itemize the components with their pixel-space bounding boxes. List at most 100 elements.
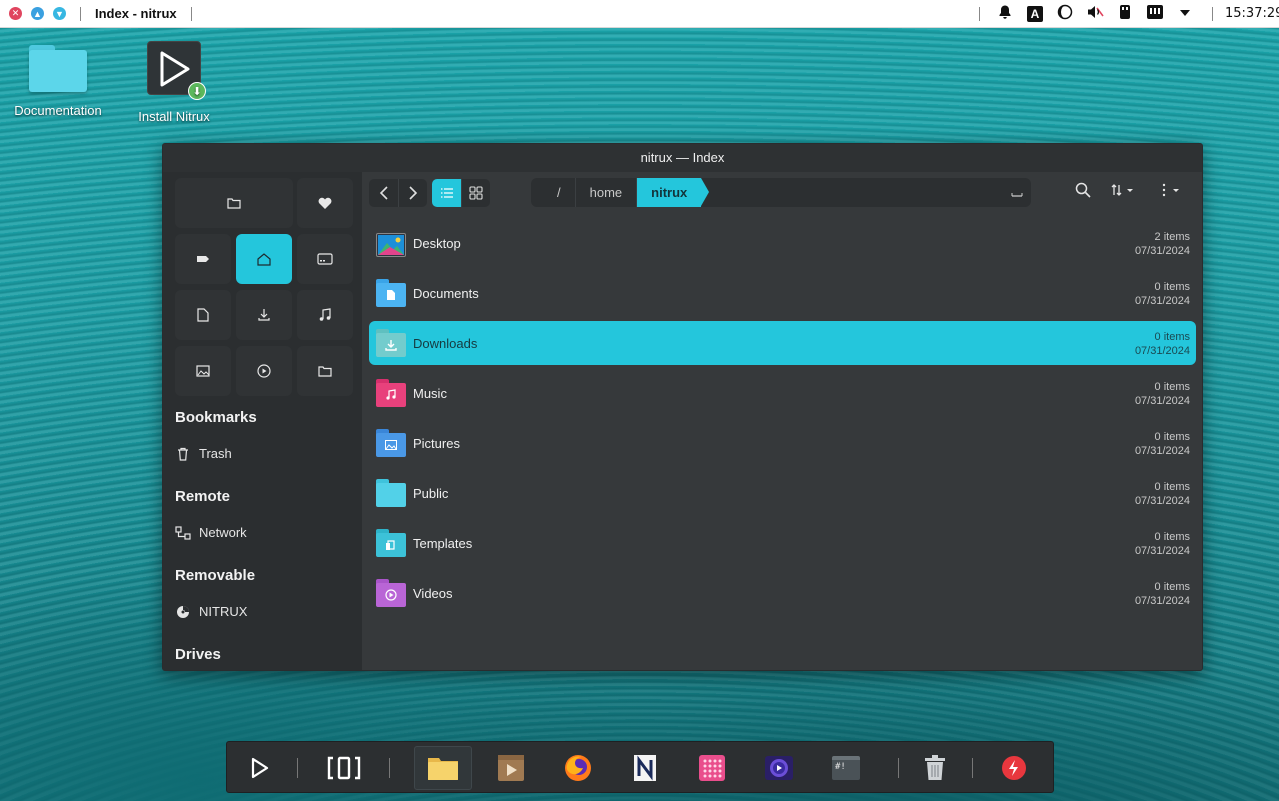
file-meta: 0 items 07/31/2024 — [1135, 530, 1190, 558]
notifications-bell-icon[interactable] — [990, 4, 1020, 24]
dock-app-notes[interactable] — [616, 746, 674, 790]
chevron-left-icon — [379, 186, 388, 200]
notes-app-icon — [634, 755, 656, 781]
network-status-icon[interactable] — [1140, 4, 1170, 24]
heart-tag-icon — [318, 197, 332, 209]
downloads-folder-icon — [376, 329, 406, 357]
music-folder-icon — [376, 379, 406, 407]
window-titlebar[interactable]: nitrux — Index — [163, 144, 1202, 172]
dock-app-station[interactable] — [683, 746, 741, 790]
volume-muted-icon[interactable] — [1080, 4, 1110, 24]
file-meta: 0 items 07/31/2024 — [1135, 580, 1190, 608]
file-name: Templates — [413, 535, 473, 551]
sidebar-item-network[interactable]: Network — [175, 525, 247, 540]
breadcrumb-root[interactable]: / — [531, 178, 576, 207]
window-minimize-button[interactable]: ▲ — [31, 7, 44, 20]
place-documents[interactable] — [175, 290, 231, 340]
place-tags[interactable] — [175, 234, 231, 284]
breadcrumb-nitrux[interactable]: nitrux — [637, 178, 710, 207]
sidebar: Bookmarks Trash Remote Network Removable… — [163, 172, 362, 670]
file-row-downloads[interactable]: Downloads 0 items 07/31/2024 — [369, 321, 1196, 365]
desktop-icon-label: Install Nitrux — [138, 109, 210, 124]
dotted-grid-app-icon — [699, 755, 725, 781]
edit-path-icon[interactable] — [1011, 185, 1023, 200]
file-meta: 0 items 07/31/2024 — [1135, 380, 1190, 408]
place-home[interactable] — [236, 234, 292, 284]
night-mode-moon-icon[interactable] — [1050, 4, 1080, 24]
videos-folder-icon — [376, 579, 406, 607]
power-bolt-icon — [1002, 756, 1026, 780]
grid-icon — [469, 186, 483, 200]
clock[interactable]: 15:37:29 — [1225, 6, 1279, 21]
dock-app-video-player[interactable] — [482, 746, 540, 790]
grid-view-button[interactable] — [461, 179, 490, 207]
place-downloads[interactable] — [236, 290, 292, 340]
trash-icon — [175, 447, 191, 461]
file-name: Videos — [413, 585, 453, 601]
place-favorites[interactable] — [297, 178, 353, 228]
chevron-right-icon — [409, 186, 418, 200]
place-music[interactable] — [297, 290, 353, 340]
file-row-videos[interactable]: Videos 0 items 07/31/2024 — [369, 571, 1196, 615]
dock: #! — [226, 741, 1054, 793]
sort-menu-button[interactable] — [1110, 182, 1136, 201]
dock-separator — [972, 758, 973, 778]
file-row-documents[interactable]: Documents 0 items 07/31/2024 — [369, 271, 1196, 315]
place-recent[interactable] — [297, 234, 353, 284]
forward-button[interactable] — [398, 179, 427, 207]
file-meta: 0 items 07/31/2024 — [1135, 430, 1190, 458]
list-view-button[interactable] — [432, 179, 461, 207]
breadcrumb-home[interactable]: home — [576, 178, 638, 207]
file-row-public[interactable]: Public 0 items 07/31/2024 — [369, 471, 1196, 515]
sidebar-item-label: Trash — [199, 446, 232, 461]
trash-icon — [925, 755, 945, 780]
desktop-icon-documentation[interactable]: Documentation — [10, 43, 106, 118]
search-icon[interactable] — [1075, 182, 1091, 201]
dock-launcher-button[interactable] — [231, 746, 289, 790]
sidebar-item-trash[interactable]: Trash — [175, 446, 232, 461]
folder-icon — [318, 366, 332, 377]
folder-icon — [27, 43, 89, 93]
desktop-icon-install-nitrux[interactable]: ⬇ Install Nitrux — [128, 41, 220, 124]
document-icon — [197, 308, 209, 322]
dock-separator — [898, 758, 899, 778]
dock-overview-button[interactable] — [315, 746, 373, 790]
dock-app-file-manager[interactable] — [414, 746, 472, 790]
tag-icon — [197, 256, 209, 262]
dock-app-firefox[interactable] — [549, 746, 607, 790]
download-badge-icon: ⬇ — [188, 82, 206, 100]
drive-icon — [317, 253, 333, 265]
section-heading-drives: Drives — [175, 646, 221, 663]
more-options-button[interactable] — [1160, 182, 1182, 201]
back-button[interactable] — [369, 179, 398, 207]
nitrux-logo-icon — [251, 757, 269, 779]
dock-power-button[interactable] — [985, 746, 1043, 790]
file-manager-folder-icon — [428, 758, 458, 780]
chevron-down-icon[interactable] — [1170, 5, 1200, 22]
view-mode-group — [432, 179, 490, 207]
file-row-desktop[interactable]: Desktop 2 items 07/31/2024 — [369, 221, 1196, 265]
keyboard-layout-icon[interactable]: A — [1020, 5, 1050, 22]
dock-app-terminal[interactable]: #! — [817, 746, 875, 790]
place-folder[interactable] — [297, 346, 353, 396]
file-row-pictures[interactable]: Pictures 0 items 07/31/2024 — [369, 421, 1196, 465]
file-name: Public — [413, 485, 449, 501]
folder-icon — [376, 479, 406, 507]
usb-device-icon[interactable] — [1110, 4, 1140, 24]
file-date: 07/31/2024 — [1134, 345, 1190, 357]
file-item-count: 0 items — [1154, 431, 1190, 443]
place-videos[interactable] — [236, 346, 292, 396]
dock-trash-button[interactable] — [906, 746, 964, 790]
dock-app-media-player[interactable] — [750, 746, 808, 790]
window-close-button[interactable]: ✕ — [9, 7, 22, 20]
window-maximize-button[interactable]: ▼ — [53, 7, 66, 20]
file-row-music[interactable]: Music 0 items 07/31/2024 — [369, 371, 1196, 415]
file-item-count: 0 items — [1154, 381, 1190, 393]
image-icon — [196, 365, 210, 377]
home-icon — [257, 253, 271, 266]
place-pictures[interactable] — [175, 346, 231, 396]
navigation-group — [369, 179, 427, 207]
place-root[interactable] — [175, 178, 293, 228]
sidebar-item-nitrux-disk[interactable]: NITRUX — [175, 604, 247, 619]
file-row-templates[interactable]: Templates 0 items 07/31/2024 — [369, 521, 1196, 565]
